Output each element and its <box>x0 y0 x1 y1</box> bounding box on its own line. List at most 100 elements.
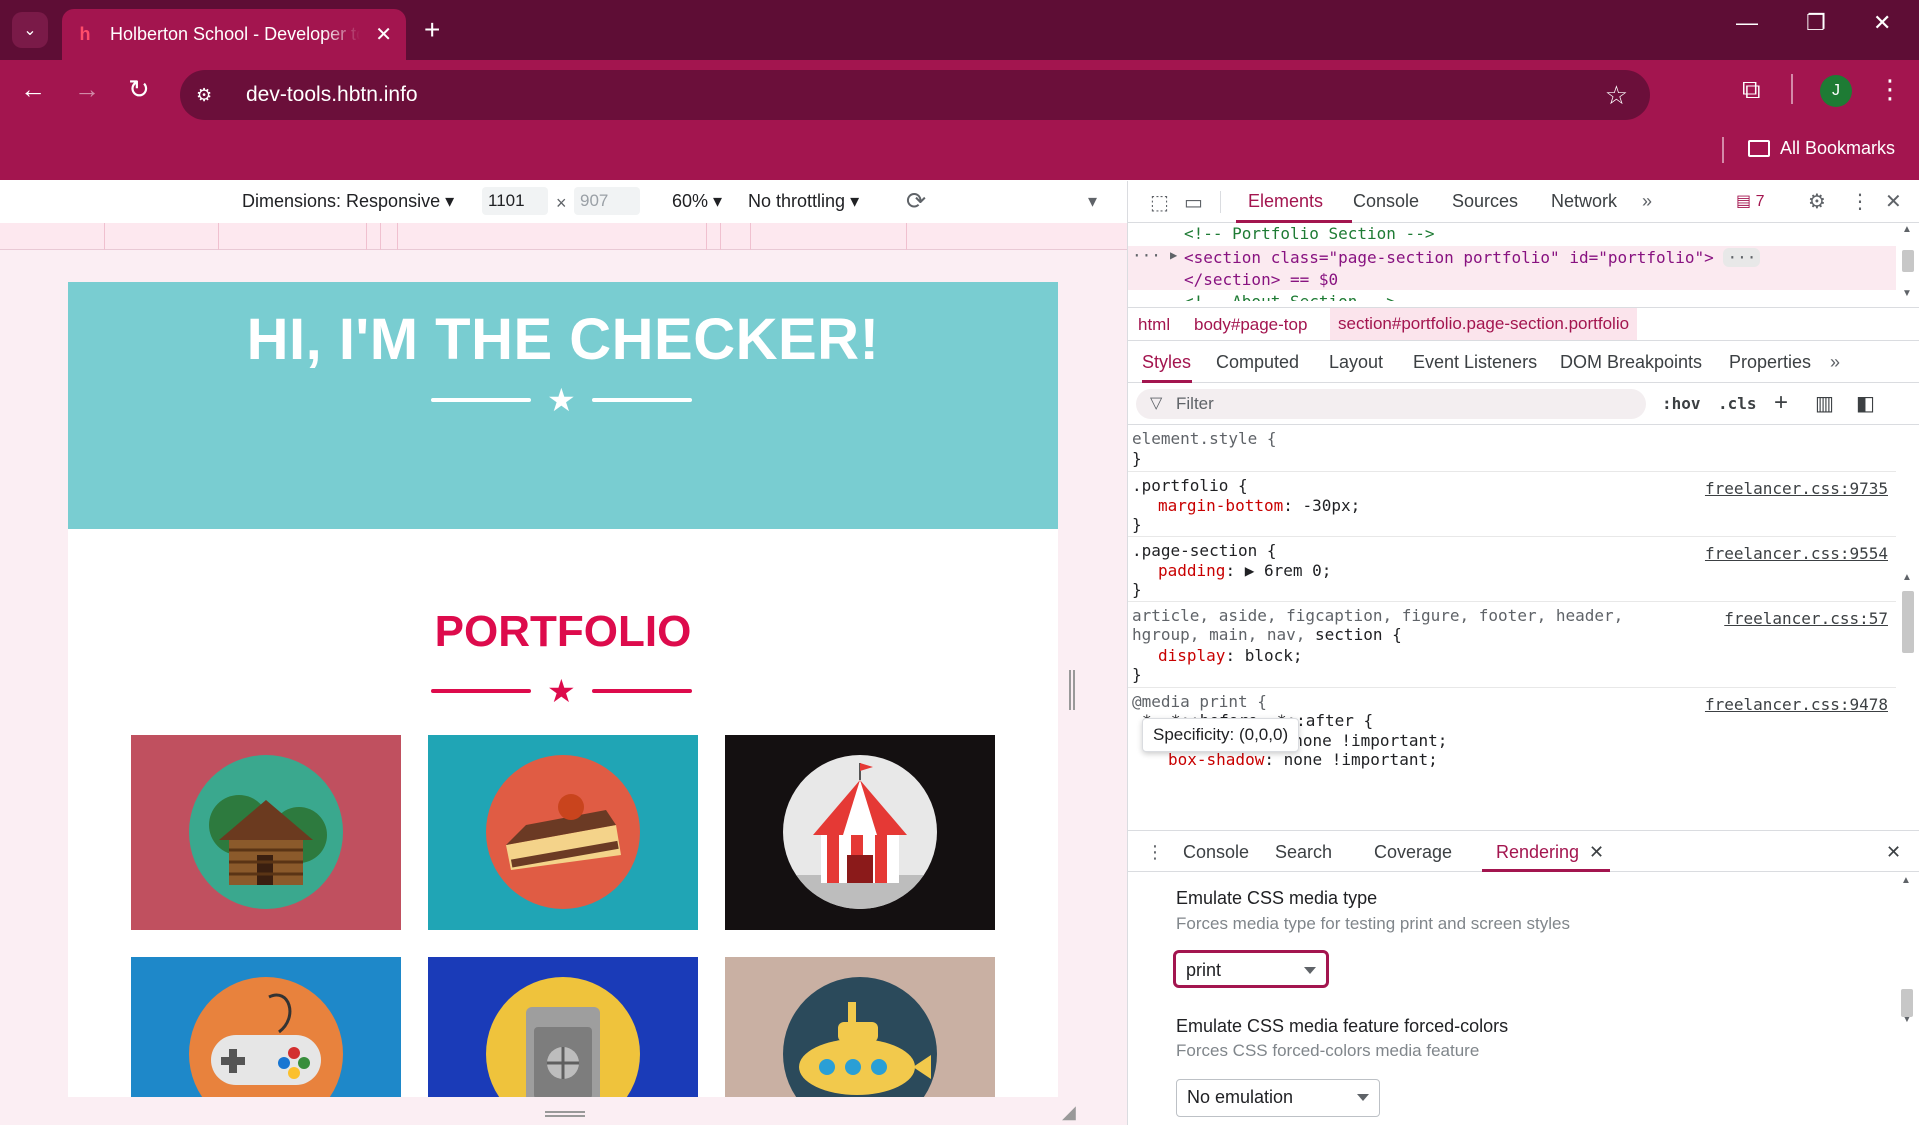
filter-input[interactable]: ▽ Filter <box>1136 389 1646 419</box>
width-input[interactable]: 1101 <box>482 187 548 215</box>
drawer-tab-search[interactable]: Search <box>1275 842 1332 863</box>
box-shadow-value[interactable]: : none !important; <box>1264 750 1437 769</box>
rule-element-style[interactable]: element.style { } <box>1128 425 1896 472</box>
dom-section-close[interactable]: </section> == $0 <box>1184 270 1338 289</box>
forward-icon[interactable]: → <box>74 74 100 105</box>
drawer-tab-console[interactable]: Console <box>1183 842 1249 863</box>
device-toggle-icon[interactable]: ▭ <box>1184 190 1203 215</box>
breadcrumb-section[interactable]: section#portfolio.page-section.portfolio <box>1330 308 1638 340</box>
issues-badge[interactable]: ▤ 7 <box>1736 191 1764 211</box>
dimensions-dropdown[interactable]: Dimensions: Responsive ▾ <box>242 191 454 212</box>
portfolio-item[interactable] <box>131 735 401 930</box>
page-section-value[interactable]: : ▶ 6rem 0; <box>1225 561 1331 580</box>
tab-elements[interactable]: Elements <box>1248 191 1323 212</box>
back-icon[interactable]: ← <box>20 74 46 105</box>
ellipsis-icon[interactable]: ··· <box>1132 246 1161 265</box>
portfolio-value[interactable]: : -30px; <box>1283 496 1360 515</box>
browser-tab[interactable]: h Holberton School - Developer tools ✕ <box>62 9 406 60</box>
more-subtabs-icon[interactable]: » <box>1830 352 1840 373</box>
dom-section-open[interactable]: <section class="page-section portfolio" … <box>1184 248 1761 267</box>
page-section-source-link[interactable]: freelancer.css:9554 <box>1705 544 1888 563</box>
media-source-link[interactable]: freelancer.css:9478 <box>1705 695 1888 714</box>
portfolio-item[interactable] <box>428 735 698 930</box>
address-bar[interactable]: ⚙ dev-tools.hbtn.info ☆ <box>180 70 1650 120</box>
text-shadow-value[interactable]: : none !important; <box>1274 731 1447 750</box>
box-shadow-property[interactable]: box-shadow <box>1168 750 1264 769</box>
media-query-ruler[interactable] <box>0 223 1127 250</box>
new-rule-icon[interactable]: + <box>1774 389 1788 417</box>
menu-kebab-icon[interactable]: ⋮ <box>1877 74 1903 105</box>
tab-properties[interactable]: Properties <box>1729 352 1811 373</box>
breadcrumb: html body#page-top section#portfolio.pag… <box>1128 307 1919 341</box>
device-toolbar-more-icon[interactable]: ▾ <box>1088 191 1097 212</box>
portfolio-item[interactable] <box>725 957 995 1097</box>
portfolio-property[interactable]: margin-bottom <box>1158 496 1283 515</box>
paint-roller-icon[interactable]: ▥ <box>1815 391 1834 416</box>
extensions-icon[interactable]: ⧉ <box>1742 74 1761 106</box>
close-rendering-tab-icon[interactable]: ✕ <box>1589 842 1604 863</box>
tab-network[interactable]: Network <box>1551 191 1617 212</box>
rule-page-section[interactable]: .page-section { freelancer.css:9554 padd… <box>1128 538 1896 602</box>
new-tab-button[interactable]: + <box>424 14 440 46</box>
portfolio-source-link[interactable]: freelancer.css:9735 <box>1705 479 1888 498</box>
sidebar-toggle-icon[interactable]: ◧ <box>1856 391 1875 416</box>
zoom-dropdown[interactable]: 60% ▾ <box>672 191 722 212</box>
devtools-menu-icon[interactable]: ⋮ <box>1850 189 1870 214</box>
profile-avatar[interactable]: J <box>1820 75 1852 107</box>
settings-gear-icon[interactable]: ⚙ <box>1808 189 1826 214</box>
viewport-resize-handle-right[interactable] <box>1069 670 1075 710</box>
cls-toggle[interactable]: .cls <box>1718 394 1757 413</box>
page-section-property[interactable]: padding <box>1158 561 1225 580</box>
minimize-icon[interactable]: — <box>1736 10 1758 36</box>
tab-layout[interactable]: Layout <box>1329 352 1383 373</box>
tab-console[interactable]: Console <box>1353 191 1419 212</box>
url-text[interactable]: dev-tools.hbtn.info <box>246 83 418 107</box>
tab-sources[interactable]: Sources <box>1452 191 1518 212</box>
site-info-icon[interactable]: ⚙ <box>196 85 226 106</box>
block-source-link[interactable]: freelancer.css:57 <box>1724 609 1888 628</box>
tab-dom-breakpoints[interactable]: DOM Breakpoints <box>1560 352 1702 373</box>
hov-toggle[interactable]: :hov <box>1662 394 1701 413</box>
height-input[interactable]: 907 <box>574 187 640 215</box>
block-property[interactable]: display <box>1158 646 1225 665</box>
drawer-menu-icon[interactable]: ⋮ <box>1146 842 1164 863</box>
portfolio-item[interactable] <box>131 957 401 1097</box>
forced-colors-select[interactable]: No emulation <box>1176 1079 1380 1117</box>
more-tabs-icon[interactable]: » <box>1642 191 1652 212</box>
drawer-tab-coverage[interactable]: Coverage <box>1374 842 1452 863</box>
inspect-element-icon[interactable]: ⬚ <box>1150 190 1169 215</box>
reload-icon[interactable]: ↻ <box>128 74 150 105</box>
dom-comment[interactable]: <!-- Portfolio Section --> <box>1184 224 1434 243</box>
tab-search-button[interactable]: ⌄ <box>12 12 48 48</box>
expand-triangle-icon[interactable]: ▶ <box>1170 248 1177 262</box>
tab-event-listeners[interactable]: Event Listeners <box>1413 352 1537 373</box>
rotate-icon[interactable]: ⟳ <box>906 187 926 216</box>
block-value[interactable]: : block; <box>1225 646 1302 665</box>
media-type-select[interactable]: print <box>1173 950 1329 988</box>
portfolio-item[interactable] <box>725 735 995 930</box>
rule-portfolio[interactable]: .portfolio { freelancer.css:9735 margin-… <box>1128 473 1896 537</box>
viewport-resize-handle-bottom[interactable] <box>545 1111 585 1117</box>
dom-scrollbar[interactable]: ▲ ▼ <box>1898 224 1918 301</box>
close-drawer-icon[interactable]: ✕ <box>1886 842 1901 863</box>
resize-corner-icon[interactable]: ◢ <box>1062 1102 1076 1123</box>
styles-scrollbar[interactable]: ▲ ▼ <box>1898 386 1918 1025</box>
breadcrumb-html[interactable]: html <box>1138 315 1170 335</box>
throttling-dropdown[interactable]: No throttling ▾ <box>748 191 859 212</box>
rendering-scrollbar[interactable]: ▲ <box>1897 873 1917 1125</box>
rule-media-print[interactable]: @media print { freelancer.css:9478 *, *:… <box>1128 689 1896 829</box>
device-toolbar: Dimensions: Responsive ▾ 1101 × 907 60% … <box>0 181 1127 223</box>
dom-comment-next[interactable]: <!-- About Section --> <box>1184 292 1396 301</box>
breadcrumb-body[interactable]: body#page-top <box>1194 315 1307 335</box>
tab-styles[interactable]: Styles <box>1142 352 1191 373</box>
close-window-icon[interactable]: ✕ <box>1873 10 1891 36</box>
tab-computed[interactable]: Computed <box>1216 352 1299 373</box>
all-bookmarks-button[interactable]: All Bookmarks <box>1748 138 1895 159</box>
drawer-tab-rendering[interactable]: Rendering <box>1496 842 1579 863</box>
rule-block-elements[interactable]: article, aside, figcaption, figure, foot… <box>1128 603 1896 688</box>
close-devtools-icon[interactable]: ✕ <box>1885 189 1902 214</box>
portfolio-item[interactable] <box>428 957 698 1097</box>
restore-icon[interactable]: ❐ <box>1806 10 1826 36</box>
bookmark-star-icon[interactable]: ☆ <box>1605 80 1628 111</box>
close-tab-icon[interactable]: ✕ <box>375 22 392 47</box>
